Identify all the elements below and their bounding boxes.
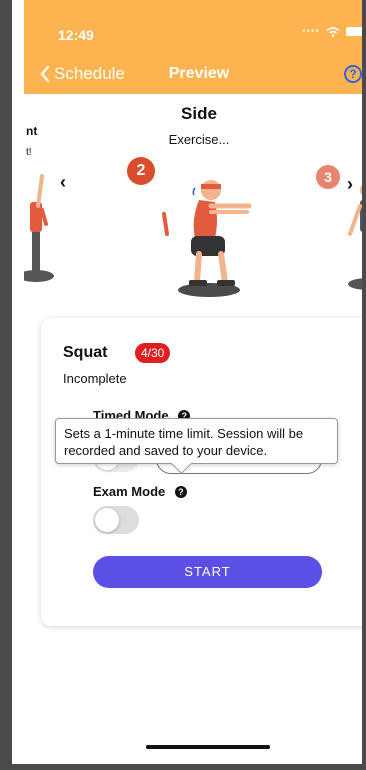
exercise-carousel[interactable]: nt t! Side Exercise... Fr Fi 2 3 ‹ › <box>24 94 366 314</box>
exam-mode-text: Exam Mode <box>93 484 166 499</box>
next-exercise-figure <box>348 184 362 290</box>
question-icon[interactable]: ? <box>174 486 187 498</box>
tooltip-text: Sets a 1-minute time limit. Session will… <box>64 426 304 458</box>
page-title: Preview <box>168 65 230 82</box>
toggle-knob <box>95 508 119 532</box>
home-indicator[interactable] <box>146 745 270 749</box>
exercise-subtitle: Exercise... <box>168 132 230 147</box>
completion-status: Incomplete <box>63 371 127 386</box>
status-bar: 12:49 •••• <box>24 0 362 56</box>
next-exercise-title: Fr <box>362 124 366 138</box>
nav-bar: Schedule Preview ? <box>24 56 362 94</box>
prev-exercise-subtitle: t! <box>26 147 32 158</box>
help-icon[interactable]: ? <box>344 65 362 83</box>
wifi-icon <box>326 26 340 37</box>
device-frame: 12:49 •••• Schedule Preview ? nt t! Side… <box>0 0 366 770</box>
battery-icon <box>346 27 362 36</box>
start-button[interactable]: START <box>93 556 322 588</box>
app-screen: 12:49 •••• Schedule Preview ? nt t! Side… <box>24 0 366 764</box>
prev-exercise-figure <box>24 174 54 282</box>
exercise-name: Squat <box>63 344 108 361</box>
signal-dots-icon: •••• <box>301 26 320 37</box>
status-time: 12:49 <box>58 27 94 43</box>
exercise-title: Side <box>181 104 217 123</box>
timed-mode-tooltip: Sets a 1-minute time limit. Session will… <box>55 418 338 464</box>
exam-mode-label: Exam Mode ? <box>93 484 187 499</box>
exam-mode-toggle[interactable] <box>93 506 139 534</box>
squat-figure <box>162 180 252 297</box>
status-icons: •••• <box>301 26 362 37</box>
exercise-card: Squat 4/30 Incomplete Timed Mode ? Sets … <box>41 318 362 626</box>
progress-badge: 4/30 <box>135 343 171 363</box>
next-exercise-index-badge: 3 <box>316 165 340 189</box>
